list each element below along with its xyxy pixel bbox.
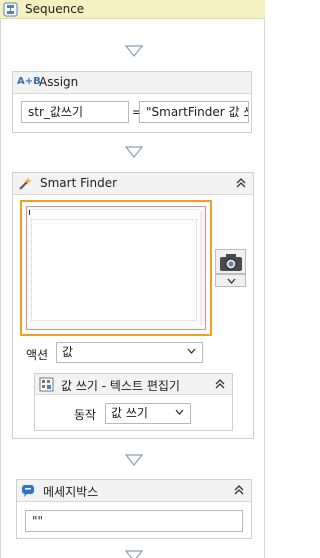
assign-title: Assign [39,75,79,89]
chevron-down-icon [175,409,184,415]
smart-finder-header: Smart Finder [13,173,253,195]
flow-arrow-icon [125,550,143,558]
assign-right-input[interactable]: "SmartFinder 값 쓰 [139,101,249,123]
collapse-icon[interactable] [233,484,245,496]
message-input[interactable]: "" [25,510,243,532]
text-editor-icon [39,377,54,392]
sequence-icon [3,2,18,17]
sequence-title: Sequence [25,2,85,16]
operation-select-value: 값 쓰기 [111,406,148,420]
flow-arrow-icon [125,454,143,466]
chevron-down-icon [227,278,236,284]
assign-header: A+B Assign [13,72,251,94]
message-box-activity[interactable]: 메세지박스 "" [16,479,252,539]
screenshot-preview[interactable] [20,200,212,336]
chevron-down-icon [187,348,196,354]
collapse-icon[interactable] [214,378,226,390]
flow-arrow-icon [125,45,143,57]
message-box-header: 메세지박스 [17,480,251,502]
assign-icon-text: A+B [17,76,41,87]
assign-activity[interactable]: A+B Assign str_값쓰기 = "SmartFinder 값 쓰 [12,71,252,133]
write-value-title: 값 쓰기 - 텍스트 편집기 [61,379,180,393]
smart-finder-title: Smart Finder [40,176,118,190]
captured-window-thumbnail [26,206,206,330]
magic-wand-icon [19,177,32,190]
flow-arrow-icon [125,146,143,158]
assign-left-input[interactable]: str_값쓰기 [21,101,129,123]
action-select-value: 값 [62,345,74,359]
operation-label: 동작 [74,408,97,422]
assign-icon: A+B [17,76,41,87]
message-box-title: 메세지박스 [43,485,99,499]
action-select[interactable]: 값 [56,342,203,363]
capture-options-dropdown[interactable] [215,274,246,287]
operation-select[interactable]: 값 쓰기 [105,403,191,424]
capture-button[interactable] [215,249,246,274]
write-value-header: 값 쓰기 - 텍스트 편집기 [35,374,232,395]
write-value-activity[interactable]: 값 쓰기 - 텍스트 편집기 동작 값 쓰기 [34,373,233,431]
camera-icon [220,254,242,271]
sequence-header[interactable]: Sequence [0,0,265,19]
collapse-icon[interactable] [235,177,247,189]
action-label: 액션 [26,348,49,362]
chat-bubble-icon [22,485,34,497]
